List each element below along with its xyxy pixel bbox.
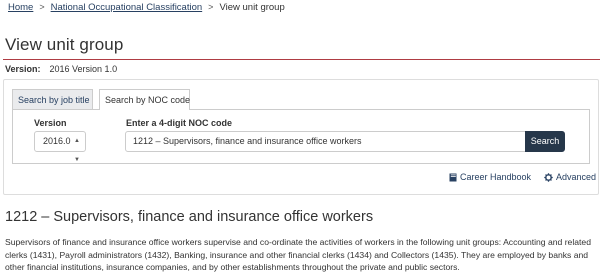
tab-search-by-job-title[interactable]: Search by job title xyxy=(12,89,93,110)
version-info-label: Version: xyxy=(5,64,41,74)
version-info: Version: 2016 Version 1.0 xyxy=(5,64,117,74)
book-icon xyxy=(449,173,457,181)
advanced-search-link[interactable]: Advanced xyxy=(544,172,596,182)
select-arrows-icon: ▲ ▼ xyxy=(74,138,80,163)
breadcrumb-separator: > xyxy=(208,2,214,12)
breadcrumb-current: View unit group xyxy=(219,2,285,13)
gear-icon xyxy=(544,172,553,182)
breadcrumb: Home > National Occupational Classificatio… xyxy=(8,2,285,13)
unit-group-heading: 1212 – Supervisors, finance and insuranc… xyxy=(5,209,374,225)
title-divider xyxy=(3,59,600,60)
noc-code-label: Enter a 4-digit NOC code xyxy=(126,118,233,128)
version-select-value: 2016.0 xyxy=(43,136,71,146)
career-handbook-link[interactable]: Career Handbook xyxy=(449,172,531,182)
unit-group-description: Supervisors of finance and insurance off… xyxy=(5,237,591,272)
page-title: View unit group xyxy=(5,35,124,54)
noc-code-input[interactable]: 1212 – Supervisors, finance and insuranc… xyxy=(125,131,526,152)
breadcrumb-separator: > xyxy=(39,2,45,12)
version-select[interactable]: 2016.0 ▲ ▼ xyxy=(34,131,86,163)
breadcrumb-noc-link[interactable]: National Occupational Classification xyxy=(51,2,203,13)
version-info-value: 2016 Version 1.0 xyxy=(49,64,118,74)
search-button[interactable]: Search xyxy=(525,131,565,152)
career-handbook-label: Career Handbook xyxy=(460,172,532,182)
tab-search-by-noc-code[interactable]: Search by NOC code xyxy=(99,89,190,110)
version-select-label: Version xyxy=(34,118,67,128)
advanced-label: Advanced xyxy=(556,172,597,182)
breadcrumb-home-link[interactable]: Home xyxy=(8,2,33,13)
